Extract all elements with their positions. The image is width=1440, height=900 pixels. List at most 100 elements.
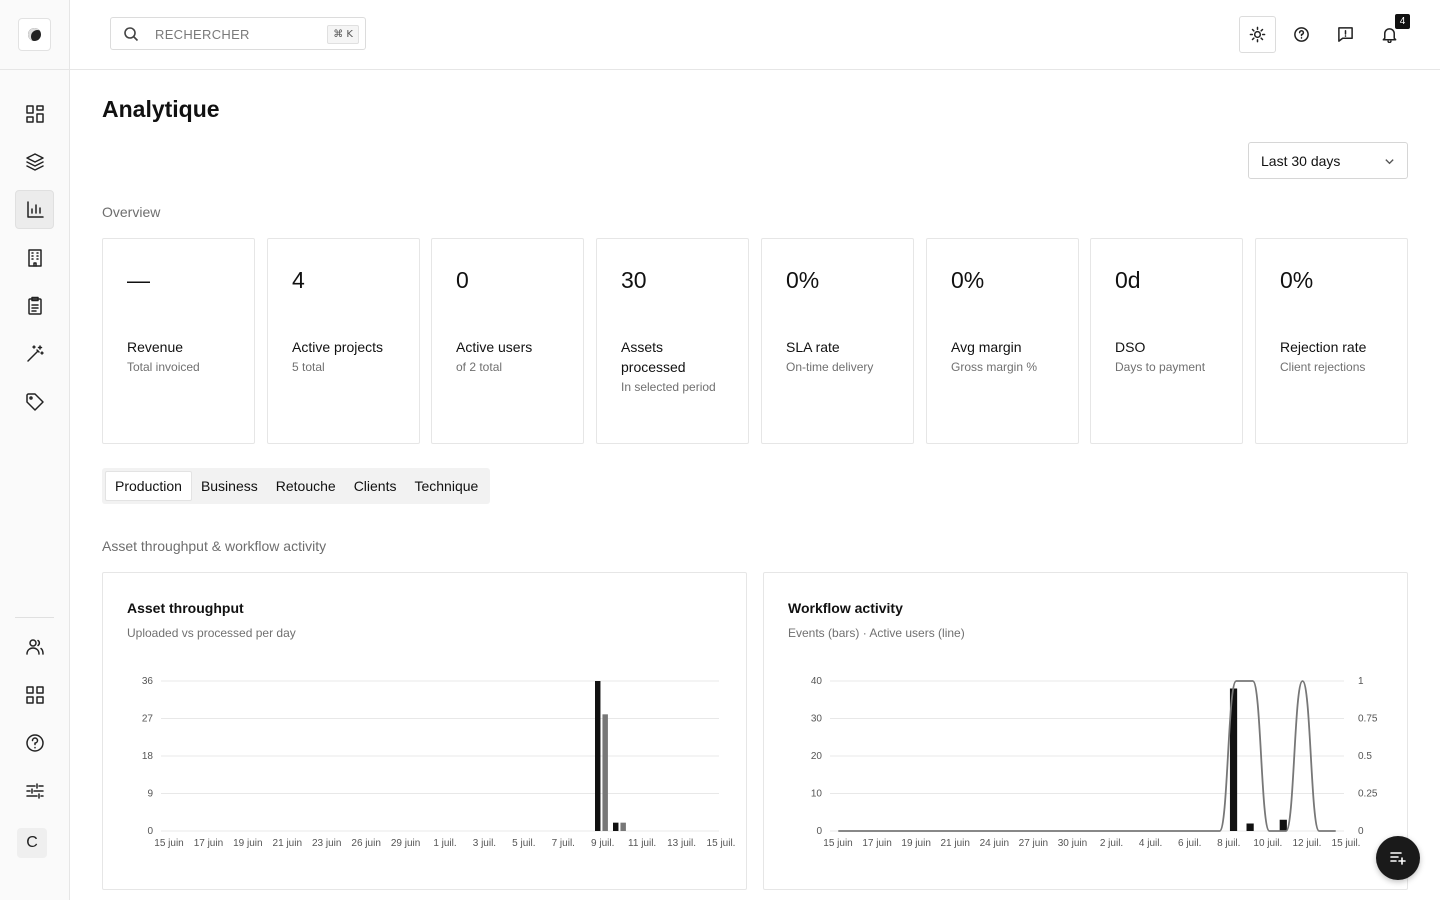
tag-icon: [25, 392, 44, 411]
search-icon: [124, 27, 139, 42]
x-tick-label: 15 juin: [154, 838, 183, 849]
feedback-button[interactable]: [1327, 16, 1364, 53]
kpi-value: 0: [456, 267, 469, 293]
x-tick-label: 17 juin: [862, 838, 891, 849]
sidebar-item-users[interactable]: [15, 627, 54, 666]
x-tick-label: 13 juil.: [667, 838, 696, 849]
tab-retouche[interactable]: Retouche: [267, 471, 345, 501]
x-tick-label: 3 juil.: [473, 838, 496, 849]
theme-toggle-button[interactable]: [1239, 16, 1276, 53]
sidebar-divider: [15, 617, 54, 618]
x-tick-label: 26 juin: [351, 838, 380, 849]
x-tick-label: 12 juil.: [1292, 838, 1321, 849]
kpi-card-revenue: — Revenue Total invoiced: [102, 238, 255, 444]
x-tick-label: 5 juil.: [512, 838, 535, 849]
workflow-activity-chart: 0 0 10 0.25 20 0.5 30 0.75 40 1 15 juin 17 juin 19 j…: [811, 676, 1378, 849]
chart-bar: [620, 822, 626, 831]
sidebar-item-settings[interactable]: [15, 771, 54, 810]
y-tick-label: 0: [816, 826, 822, 837]
x-tick-label: 19 juin: [901, 838, 930, 849]
x-tick-label: 24 juin: [980, 838, 1009, 849]
kpi-label: Active users: [456, 339, 533, 355]
x-tick-label: 17 juin: [194, 838, 223, 849]
sidebar-item-dashboard[interactable]: [15, 94, 54, 133]
chart-bar: [595, 681, 601, 831]
y-tick-label: 18: [142, 751, 154, 762]
tab-business[interactable]: Business: [192, 471, 267, 501]
sliders-icon: [25, 782, 44, 799]
sidebar-item-analytics[interactable]: [15, 190, 54, 229]
x-tick-label: 21 juin: [940, 838, 969, 849]
help-circle-icon: [25, 733, 44, 752]
sun-icon: [1249, 26, 1266, 43]
kpi-label: Assets processed: [621, 339, 686, 375]
avatar[interactable]: C: [17, 828, 47, 858]
sidebar-item-layers[interactable]: [15, 142, 54, 181]
search-shortcut-hint: ⌘ K: [327, 25, 359, 44]
notification-count-badge: 4: [1395, 14, 1410, 29]
y-tick-label: 20: [811, 751, 823, 762]
sidebar-item-buildings[interactable]: [15, 238, 54, 277]
x-tick-label: 15 juil.: [1332, 838, 1361, 849]
app-logo[interactable]: [18, 18, 51, 51]
sidebar-item-tasks[interactable]: [15, 286, 54, 325]
page-title: Analytique: [102, 96, 220, 122]
kpi-card-dso: 0d DSO Days to payment: [1090, 238, 1243, 444]
y-tick-label: 9: [147, 789, 153, 800]
date-range-select[interactable]: Last 30 days: [1248, 142, 1408, 179]
chart-bar: [1279, 819, 1287, 831]
building-icon: [27, 248, 42, 267]
chart-bar: [613, 822, 619, 831]
y2-tick-label: 0.25: [1358, 789, 1378, 800]
notifications-button[interactable]: 4: [1371, 14, 1410, 53]
sidebar-item-help[interactable]: [15, 723, 54, 762]
kpi-label: Active projects: [292, 339, 384, 355]
y2-tick-label: 0.5: [1358, 751, 1372, 762]
x-tick-label: 29 juin: [391, 838, 420, 849]
kpi-sub: of 2 total: [456, 360, 503, 374]
chevron-down-icon: [1385, 159, 1394, 165]
kpi-value: 0%: [1280, 267, 1314, 293]
y-tick-label: 0: [147, 826, 153, 837]
sidebar-item-apps[interactable]: [15, 675, 54, 714]
sidebar: C: [0, 0, 70, 900]
message-alert-icon: [1338, 27, 1353, 42]
kpi-sub: Gross margin %: [951, 360, 1038, 374]
search-input[interactable]: [155, 24, 315, 44]
kpi-card-active-projects: 4 Active projects 5 total: [267, 238, 420, 444]
asset-throughput-chart: 0 9 18 27 36 15 juin 17 juin 19 juin 21 juin 23 j…: [142, 676, 736, 849]
kpi-label: DSO: [1115, 339, 1146, 355]
y2-tick-label: 1: [1358, 676, 1364, 687]
y2-tick-label: 0: [1358, 826, 1364, 837]
kpi-sub: Client rejections: [1280, 360, 1366, 374]
date-range-value: Last 30 days: [1261, 152, 1341, 169]
chart-bar: [1246, 823, 1254, 831]
kpi-card-active-users: 0 Active users of 2 total: [431, 238, 584, 444]
tab-production[interactable]: Production: [105, 471, 192, 501]
y2-tick-label: 0.75: [1358, 714, 1378, 725]
kpi-value: 0%: [951, 267, 985, 293]
kpi-label: Rejection rate: [1280, 339, 1367, 355]
workflow-activity-card: Workflow activity Events (bars) · Active…: [763, 572, 1408, 890]
sidebar-item-tags[interactable]: [15, 382, 54, 421]
x-tick-label: 19 juin: [233, 838, 262, 849]
help-button[interactable]: [1283, 16, 1320, 53]
assistant-fab-button[interactable]: [1376, 836, 1420, 880]
search-box[interactable]: ⌘ K: [110, 17, 366, 50]
x-tick-label: 7 juil.: [552, 838, 575, 849]
kpi-card-rejection-rate: 0% Rejection rate Client rejections: [1255, 238, 1408, 444]
tab-clients[interactable]: Clients: [345, 471, 406, 501]
x-tick-label: 10 juil.: [1253, 838, 1282, 849]
sidebar-divider: [0, 69, 70, 70]
kpi-value: 0%: [786, 267, 820, 293]
x-tick-label: 11 juil.: [628, 838, 656, 849]
x-tick-label: 23 juin: [312, 838, 341, 849]
kpi-sub: On-time delivery: [786, 360, 874, 374]
kpi-value: 4: [292, 267, 305, 293]
sidebar-item-retouch[interactable]: [15, 334, 54, 373]
x-tick-label: 27 juin: [1019, 838, 1048, 849]
tab-technique[interactable]: Technique: [405, 471, 487, 501]
x-tick-label: 6 juil.: [1178, 838, 1201, 849]
list-sparkle-icon: [1390, 852, 1406, 865]
y-tick-label: 10: [811, 789, 823, 800]
